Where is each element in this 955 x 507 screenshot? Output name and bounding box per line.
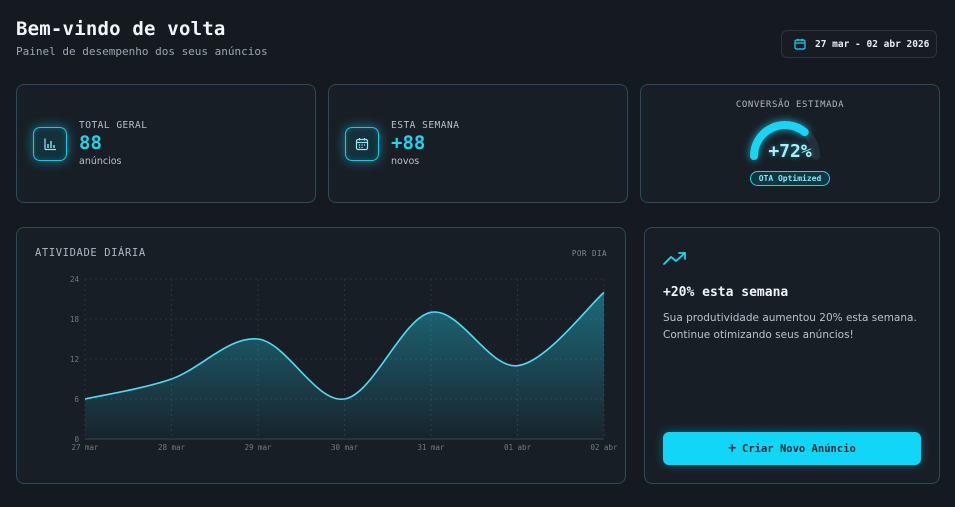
plus-icon: + bbox=[728, 441, 737, 456]
date-range-label: 27 mar - 02 abr 2026 bbox=[815, 38, 930, 50]
x-tick-label: 29 mar bbox=[244, 443, 272, 452]
activity-chart-card: ATIVIDADE DIÁRIA POR DIA 0 6 12 18 24 27 mar 2… bbox=[16, 227, 626, 484]
stat-value: +88 bbox=[391, 132, 426, 154]
x-tick-label: 02 abr bbox=[590, 443, 618, 452]
trending-up-icon bbox=[663, 250, 687, 270]
y-tick-label: 6 bbox=[74, 395, 79, 404]
stat-sub: novos bbox=[391, 156, 420, 167]
y-tick-label: 24 bbox=[70, 275, 80, 284]
conversion-value: +72% bbox=[768, 141, 812, 162]
x-tick-label: 27 mar bbox=[71, 443, 99, 452]
activity-chart: 0612182427 mar 28 mar 29 mar 30 mar 31 mar 01… bbox=[70, 275, 618, 452]
create-ad-label: Criar Novo Anúncio bbox=[742, 442, 856, 455]
stat-sub: anúncios bbox=[79, 156, 122, 167]
insight-title: +20% esta semana bbox=[663, 285, 789, 300]
stat-label: TOTAL GERAL bbox=[79, 120, 148, 131]
status-badge: OTA Optimized bbox=[750, 171, 830, 186]
calendar-icon bbox=[794, 35, 806, 54]
create-ad-button[interactable]: + Criar Novo Anúncio bbox=[663, 432, 921, 465]
insight-text: Sua produtividade aumentou 20% esta sema… bbox=[663, 312, 917, 341]
x-tick-label: 30 mar bbox=[331, 443, 359, 452]
x-tick-label: 28 mar bbox=[158, 443, 186, 452]
stat-value: 88 bbox=[79, 132, 102, 154]
insight-card: +20% esta semana Sua produtividade aumen… bbox=[644, 227, 940, 484]
bar-chart-icon bbox=[33, 127, 67, 161]
stat-card-total: TOTAL GERAL 88 anúncios bbox=[16, 84, 316, 203]
x-tick-label: 31 mar bbox=[417, 443, 445, 452]
page-subtitle: Painel de desempenho dos seus anúncios bbox=[16, 45, 268, 58]
stat-card-week: ESTA SEMANA +88 novos bbox=[328, 84, 628, 203]
calendar-icon bbox=[345, 127, 379, 161]
date-range-button[interactable]: 27 mar - 02 abr 2026 bbox=[781, 30, 937, 58]
y-tick-label: 12 bbox=[70, 355, 79, 364]
page-title: Bem-vindo de volta bbox=[16, 18, 226, 40]
conversion-card: CONVERSÃO ESTIMADA +72% OTA Optimized bbox=[640, 84, 940, 203]
y-tick-label: 18 bbox=[70, 315, 80, 324]
stat-label: ESTA SEMANA bbox=[391, 120, 460, 131]
x-tick-label: 01 abr bbox=[504, 443, 532, 452]
